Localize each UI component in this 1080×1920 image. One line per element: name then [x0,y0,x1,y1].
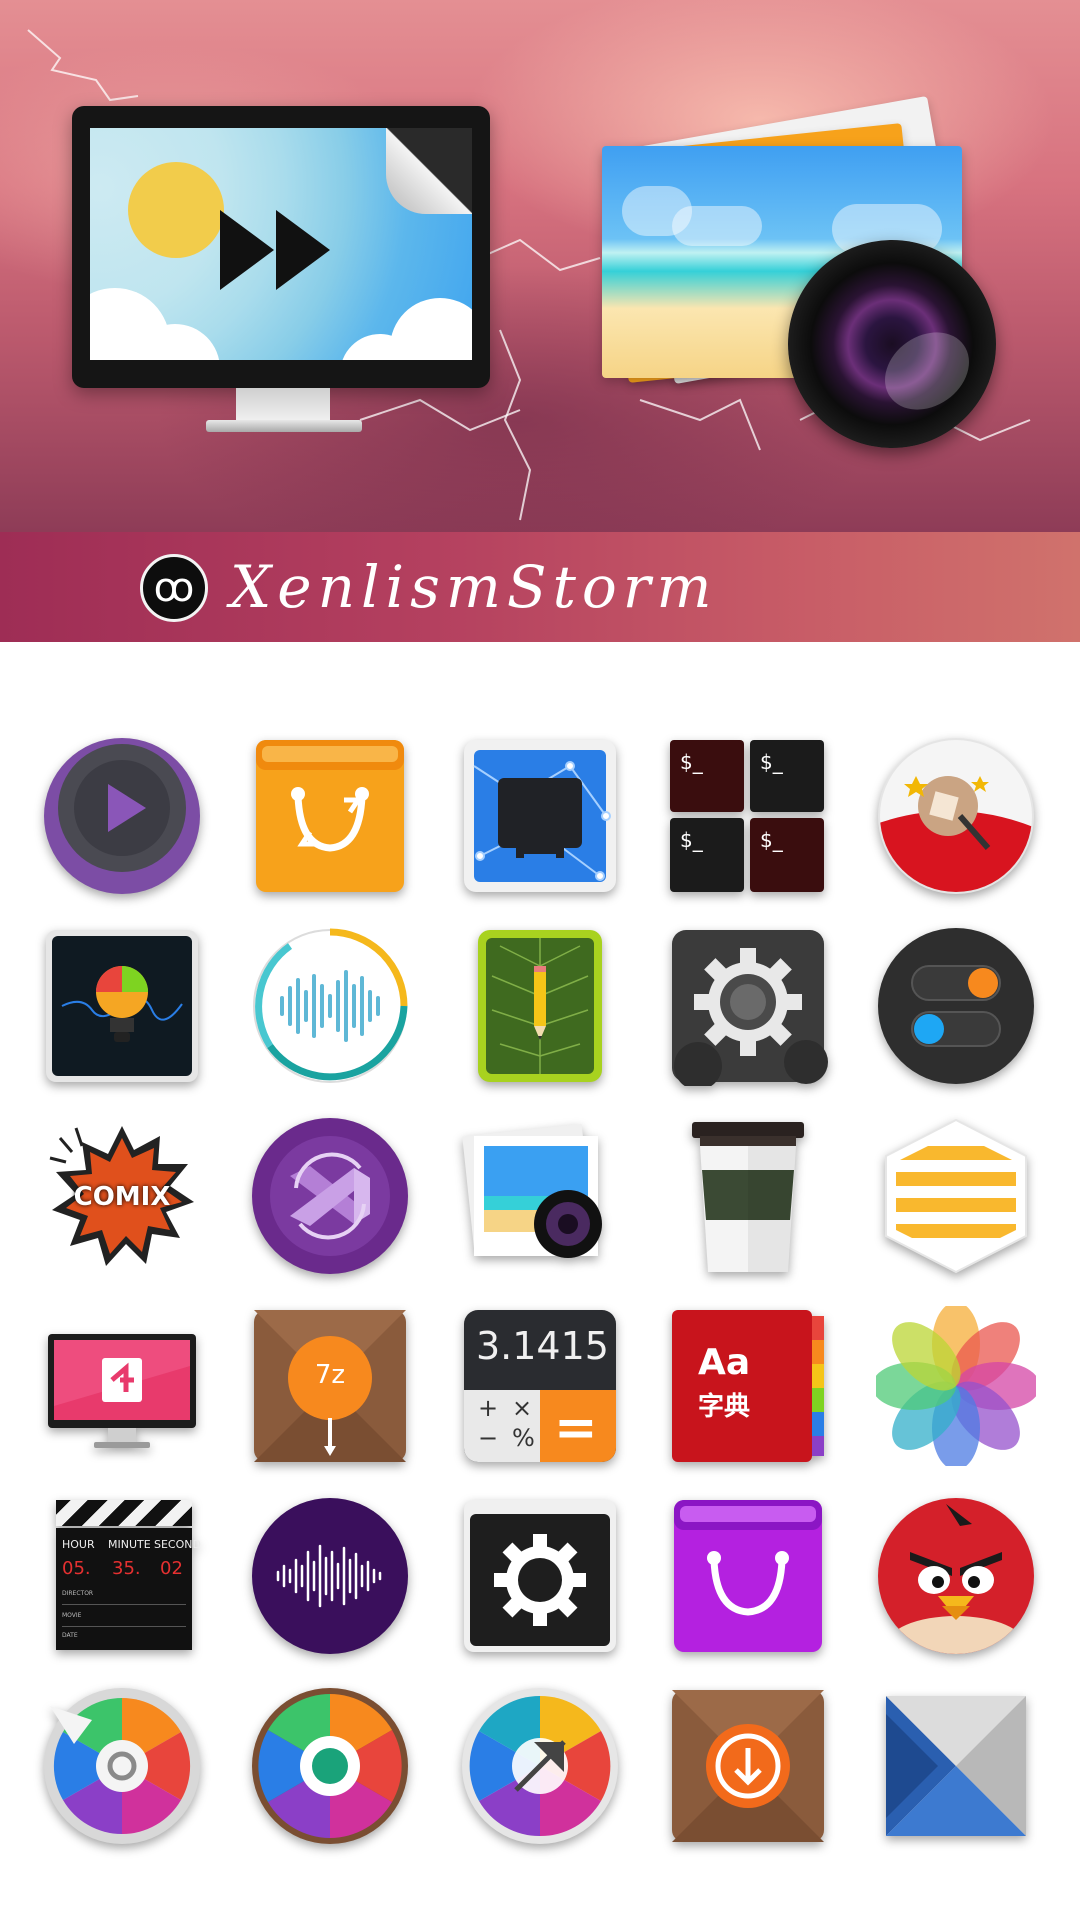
spinning-disc-target-icon[interactable] [250,1686,410,1846]
dictionary-latin: Aa [698,1342,751,1383]
archive-label: 7z [314,1360,346,1390]
settings-gear-icon[interactable] [460,1496,620,1656]
hero-banner [0,0,1080,532]
prompt-text: $_ [760,750,783,774]
monitor-stand [236,388,330,422]
idea-lightbulb-icon[interactable] [42,926,202,1086]
brand-logo-icon: ꝏ [140,554,208,622]
sync-folder-icon[interactable] [250,736,410,896]
image-viewer-camera-icon[interactable] [460,1116,620,1276]
prompt-text: $_ [760,828,783,852]
photos-flower-icon[interactable] [872,1302,1040,1470]
prompt-text: $_ [680,828,703,852]
leaf-notes-icon[interactable] [460,926,620,1086]
presentation-monitor-icon[interactable] [42,1306,202,1466]
system-settings-gear-icon[interactable] [668,926,828,1090]
calculator-icon[interactable]: 3.1415 + × − % = [460,1306,620,1466]
browser-compass-icon[interactable] [460,1686,620,1846]
monitor-base [206,420,362,432]
preferences-color-wheel-icon[interactable] [42,1686,202,1846]
monitor-screen [90,128,472,360]
angry-bird-icon[interactable] [876,1496,1036,1656]
camera-lens-icon [788,240,996,448]
clapper-hour: 05. [62,1558,91,1579]
prompt-text: $_ [680,750,703,774]
brand-logo-glyph: ꝏ [153,565,195,611]
language-flag-tool-icon[interactable] [876,736,1036,896]
visual-studio-sync-icon[interactable] [250,1116,410,1276]
brand-banner: ꝏ XenlismStorm [0,532,1080,642]
media-player-icon[interactable] [42,736,202,896]
fast-forward-icon [276,210,330,290]
network-port-icon[interactable] [460,736,620,896]
hexagon-stripes-icon[interactable] [876,1116,1036,1276]
clapper-minute: 35. [112,1558,141,1579]
video-player-monitor-icon [72,106,490,388]
fast-forward-icon [220,210,274,290]
coffee-cup-icon[interactable] [668,1116,828,1276]
dictionary-cjk: 字典 [698,1392,751,1422]
audio-recorder-icon[interactable] [250,1496,410,1656]
download-manager-icon[interactable] [668,1686,828,1846]
icon-grid: $_ $_ $_ $_ COMIX 7z 3.1415 + × − % = Aa… [0,720,1080,1870]
clapperboard-timer-icon[interactable]: HOUR MINUTE SECOND 05. 35. 02 DIRECTOR M… [42,1496,202,1656]
comix-reader-icon[interactable]: COMIX [42,1116,202,1276]
xming-x-server-icon[interactable] [876,1686,1036,1846]
archive-7z-icon[interactable]: 7z [250,1306,410,1466]
comix-label: COMIX [73,1182,171,1212]
shopping-bag-store-icon[interactable] [668,1496,828,1656]
dictionary-icon[interactable]: Aa 字典 [668,1306,828,1466]
calculator-display: 3.1415 [476,1324,609,1368]
toggle-switches-icon[interactable] [876,926,1036,1086]
page-curl-graphic [386,128,472,214]
audio-wave-ring-icon[interactable] [250,926,410,1086]
clapper-second: 02 [160,1558,183,1579]
photos-camera-icon [570,90,1000,450]
brand-name: XenlismStorm [230,553,718,621]
terminal-icon[interactable]: $_ $_ $_ $_ [668,736,828,896]
sun-graphic [128,162,224,258]
